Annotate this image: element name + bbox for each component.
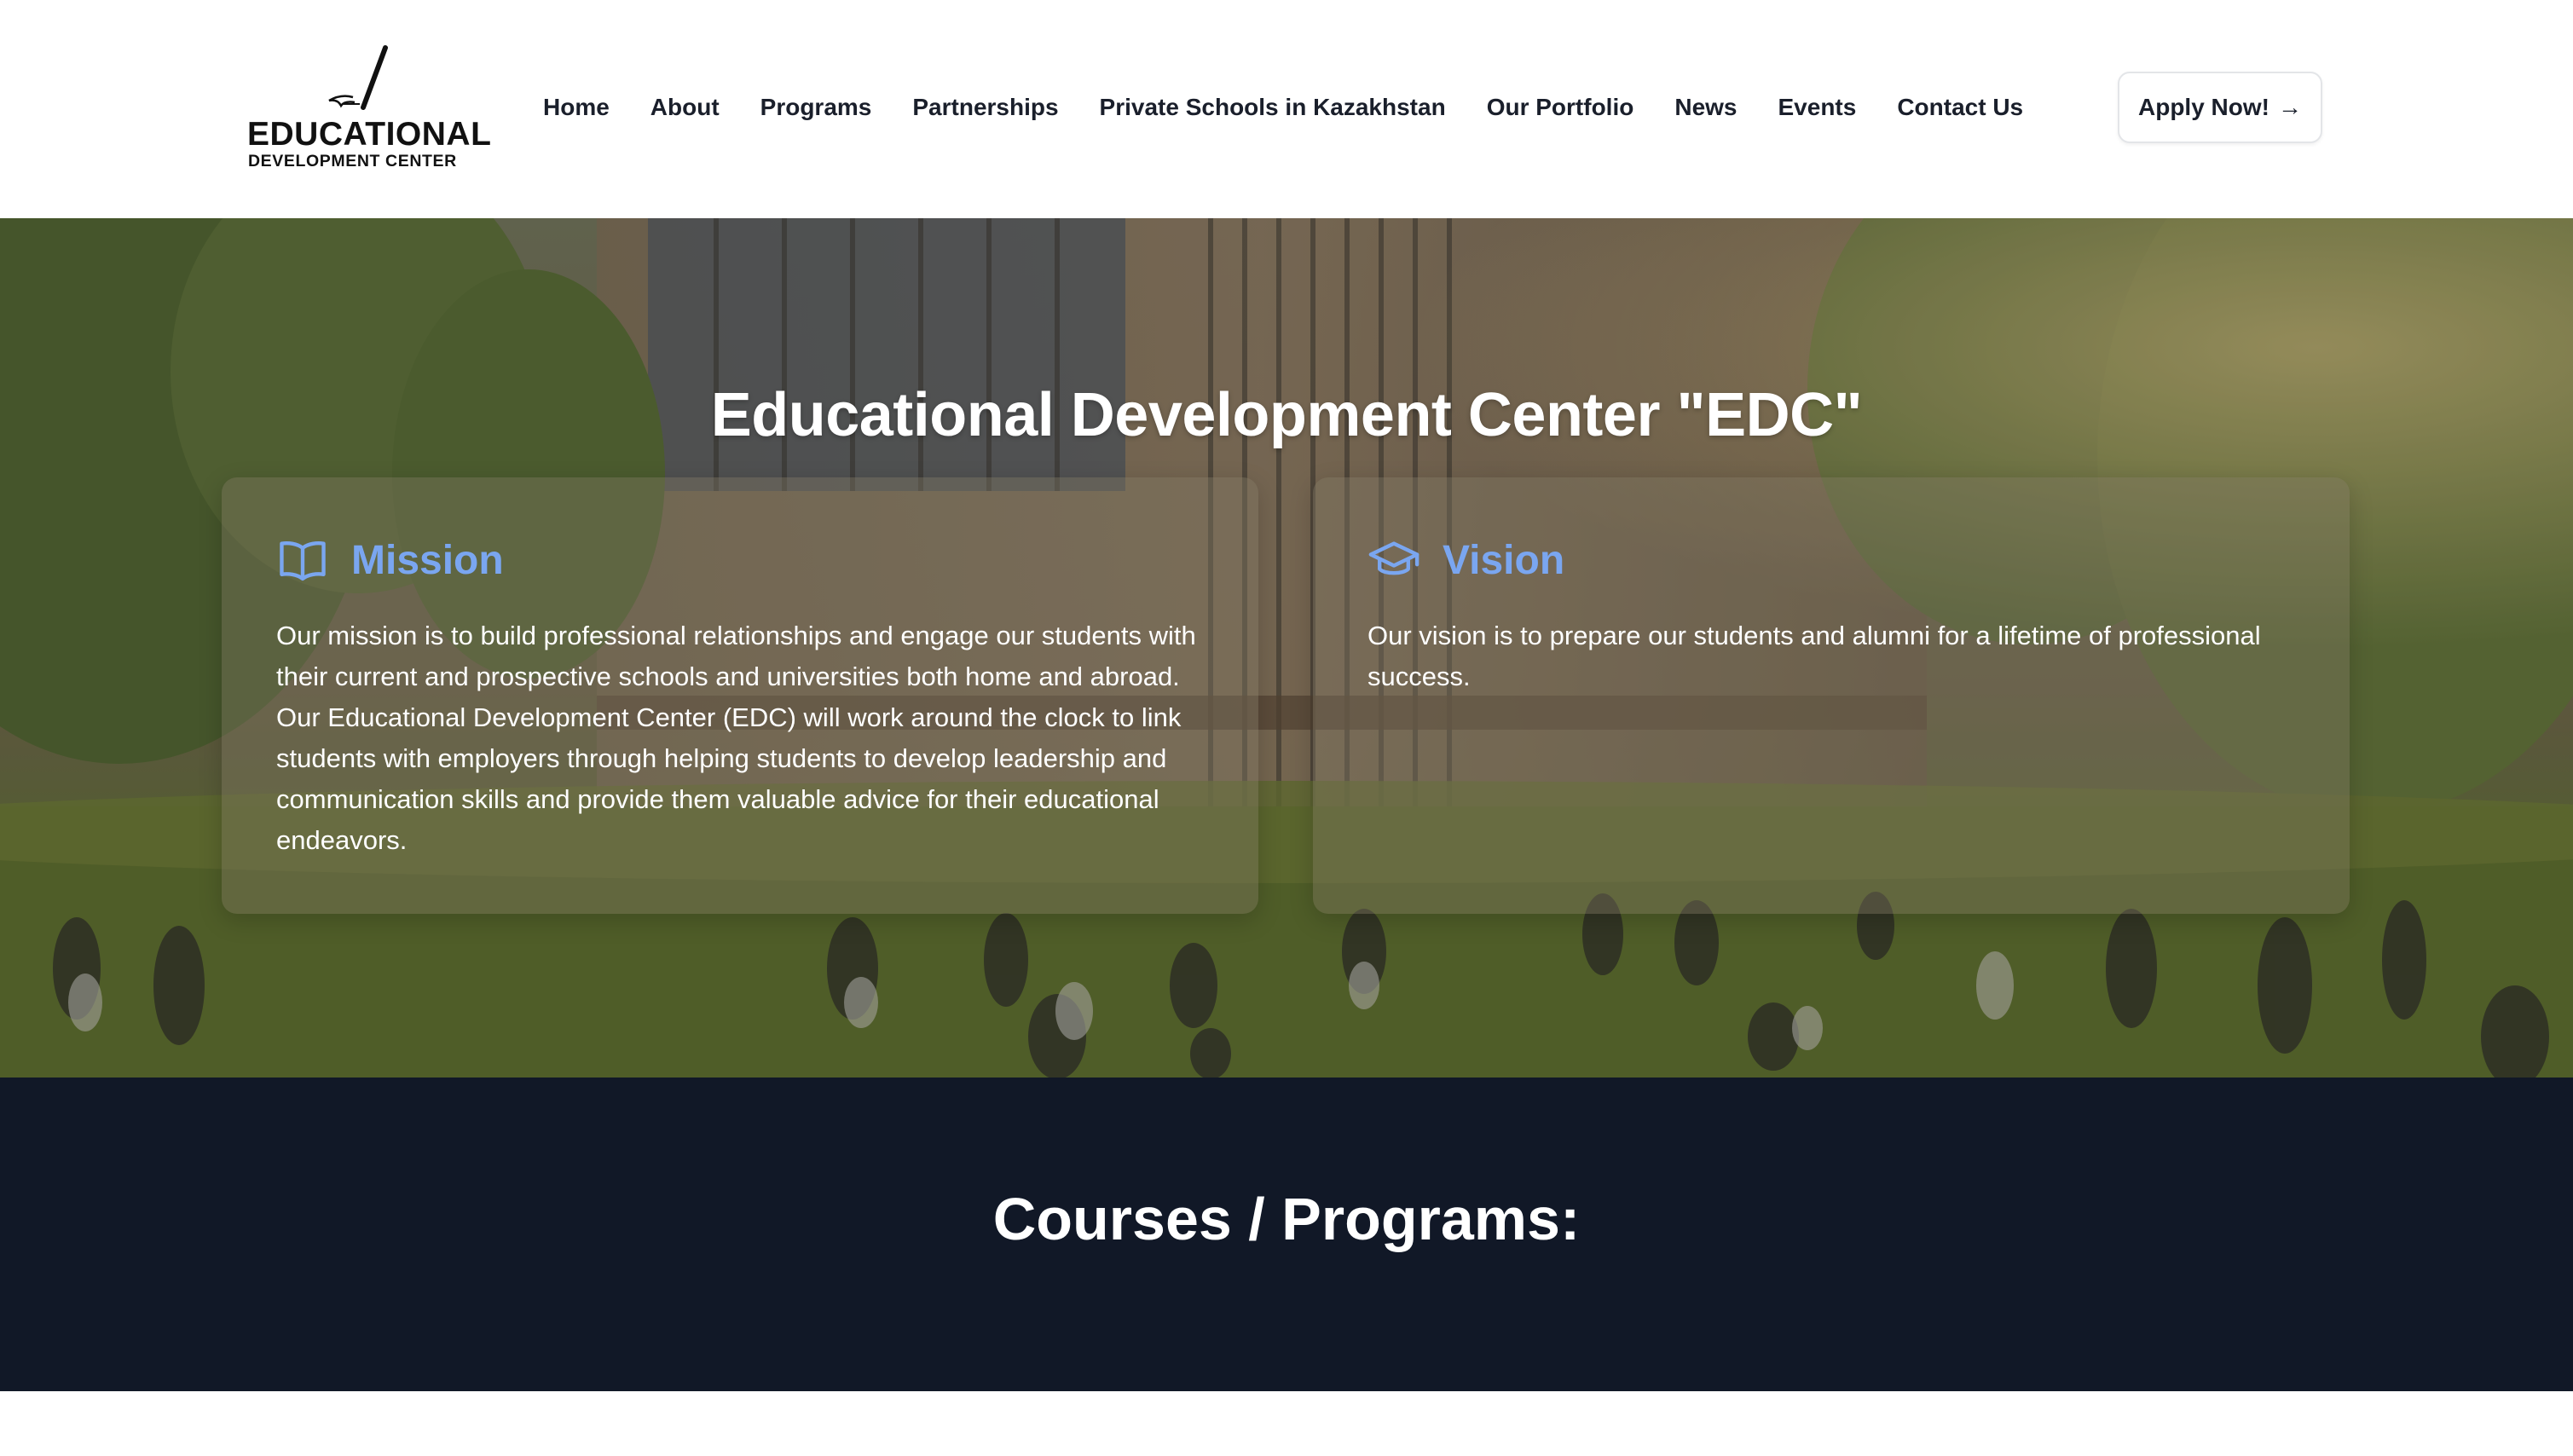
vision-text: Our vision is to prepare our students an… xyxy=(1367,621,2261,691)
vision-card: Vision Our vision is to prepare our stud… xyxy=(1313,477,2350,914)
nav-item-private-schools[interactable]: Private Schools in Kazakhstan xyxy=(1100,89,1446,126)
courses-title: Courses / Programs: xyxy=(992,1186,1581,1252)
nav-item-programs[interactable]: Programs xyxy=(760,89,872,126)
courses-section: Courses / Programs: xyxy=(0,1078,2573,1391)
nav-item-portfolio[interactable]: Our Portfolio xyxy=(1487,89,1634,126)
apply-now-button[interactable]: Apply Now! → xyxy=(2118,72,2322,143)
page-bottom-strip xyxy=(0,1391,2573,1456)
pen-icon xyxy=(328,45,388,110)
nav-item-news[interactable]: News xyxy=(1674,89,1737,126)
logo-subtitle: DEVELOPMENT CENTER xyxy=(248,152,457,170)
mission-title: Mission xyxy=(351,537,504,583)
mission-card-header: Mission xyxy=(276,530,1204,590)
logo-title: EDUCATIONAL xyxy=(247,116,492,153)
main-nav: Home About Programs Partnerships Private… xyxy=(543,89,2064,126)
vision-title: Vision xyxy=(1443,537,1565,583)
nav-item-about[interactable]: About xyxy=(650,89,720,126)
site-header: EDUCATIONAL DEVELOPMENT CENTER Home Abou… xyxy=(0,0,2573,218)
nav-item-home[interactable]: Home xyxy=(543,89,610,126)
graduation-cap-icon xyxy=(1368,541,1419,575)
open-book-icon xyxy=(280,540,326,581)
site-logo[interactable]: EDUCATIONAL DEVELOPMENT CENTER xyxy=(246,44,491,181)
vision-card-header: Vision xyxy=(1367,530,2295,590)
arrow-right-icon: → xyxy=(2278,94,2302,120)
apply-now-label: Apply Now! xyxy=(2138,94,2269,120)
nav-item-events[interactable]: Events xyxy=(1778,89,1857,126)
mission-text: Our mission is to build professional rel… xyxy=(276,621,1196,855)
hero-title: Educational Development Center "EDC" xyxy=(710,381,1863,449)
mission-card: Mission Our mission is to build professi… xyxy=(222,477,1258,914)
hero-section: Educational Development Center "EDC" Mis… xyxy=(0,218,2573,1078)
nav-item-contact[interactable]: Contact Us xyxy=(1897,89,2023,126)
nav-item-partnerships[interactable]: Partnerships xyxy=(912,89,1058,126)
